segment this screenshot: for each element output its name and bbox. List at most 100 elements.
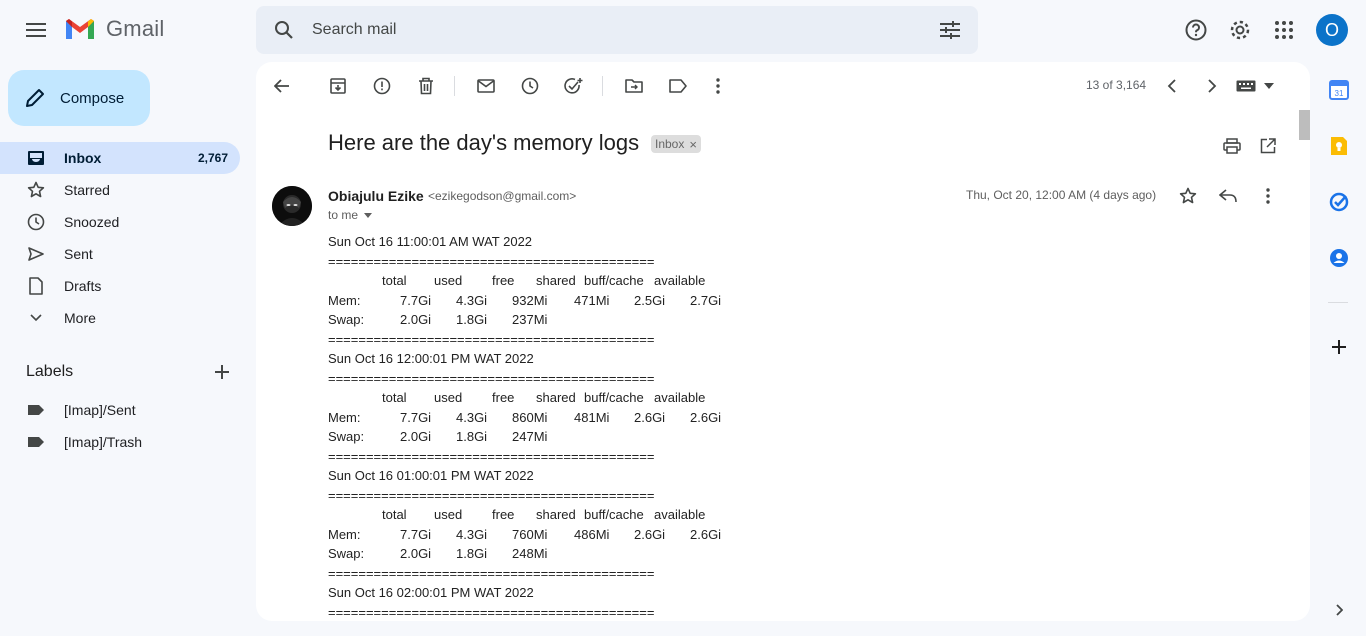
support-icon[interactable] (1176, 10, 1216, 50)
send-icon (26, 244, 46, 264)
delete-button[interactable] (406, 66, 446, 106)
sidebar-item-more[interactable]: More (0, 302, 240, 334)
sender-name[interactable]: Obiajulu Ezike (328, 188, 424, 204)
email-body-line: Sun Oct 16 11:00:01 AM WAT 2022 (328, 234, 533, 249)
open-new-window-button[interactable] (1250, 128, 1286, 164)
sidebar-item-snoozed[interactable]: Snoozed (0, 206, 240, 238)
dropdown-arrow-icon (1264, 83, 1274, 89)
pencil-icon (26, 89, 44, 107)
memory-table-row: Swap: 2.0Gi 1.8Gi 247Mi (328, 429, 1028, 449)
sidebar-item-label: Drafts (64, 278, 102, 294)
more-options-button[interactable] (698, 66, 738, 106)
message-more-button[interactable] (1248, 184, 1288, 208)
email-body-line: Sun Oct 16 12:00:01 PM WAT 2022 (328, 351, 534, 366)
chevron-left-icon (1167, 79, 1176, 93)
memory-cell: 2.6Gi (690, 526, 722, 542)
newer-button[interactable] (1152, 66, 1192, 106)
search-input[interactable] (312, 21, 922, 39)
memory-cell: 1.8Gi (456, 312, 488, 327)
older-button[interactable] (1192, 66, 1232, 106)
arrow-back-icon (274, 79, 289, 93)
snooze-button[interactable] (510, 66, 550, 106)
label-name: [Imap]/Trash (64, 434, 143, 450)
memory-cell: 2.0Gi (400, 546, 432, 561)
memory-cell: 7.7Gi (400, 526, 432, 542)
star-button[interactable] (1168, 184, 1208, 208)
email-body-line: Sun Oct 16 02:00:01 PM WAT 2022 (328, 585, 534, 600)
memory-column-header: available (654, 390, 706, 405)
memory-table-row: Mem: 7.7Gi 4.3Gi 760Mi 486Mi 2.6Gi 2.6Gi (328, 527, 1028, 547)
pager-text: 13 of 3,164 (1086, 78, 1147, 92)
memory-column-header: total (382, 390, 407, 405)
remove-label-icon[interactable]: × (689, 137, 697, 152)
email-body-line: ========================================… (328, 331, 655, 347)
add-label-icon[interactable] (208, 358, 236, 386)
reply-button[interactable] (1208, 184, 1248, 208)
apps-icon[interactable] (1264, 10, 1304, 50)
scrollbar-thumb[interactable] (1299, 110, 1310, 140)
account-avatar[interactable]: O (1316, 14, 1348, 46)
search-options-icon[interactable] (922, 6, 978, 54)
search-bar (256, 6, 978, 54)
label-outline-icon (669, 79, 687, 93)
report-spam-button[interactable] (362, 66, 402, 106)
back-button[interactable] (262, 66, 302, 106)
recipient-text: to me (328, 208, 359, 222)
expand-icon[interactable] (1327, 598, 1351, 622)
compose-button[interactable]: Compose (8, 70, 150, 126)
email-body-line: ========================================… (328, 487, 655, 503)
archive-button[interactable] (318, 66, 358, 106)
print-all-button[interactable] (1214, 128, 1250, 164)
memory-column-header: available (654, 273, 706, 288)
memory-column-header: total (382, 273, 407, 288)
memory-cell: 2.0Gi (400, 312, 432, 327)
move-to-button[interactable] (614, 66, 654, 106)
calendar-icon[interactable]: 31 (1327, 78, 1351, 102)
memory-cell: 2.6Gi (690, 409, 722, 425)
settings-icon[interactable] (1220, 10, 1260, 50)
memory-cell: 486Mi (574, 526, 610, 542)
email-body: Sun Oct 16 11:00:01 AM WAT 2022 =========… (328, 234, 1028, 621)
chevron-right-icon (1208, 79, 1217, 93)
email-body-line: ========================================… (328, 370, 655, 386)
memory-table-header: total used free shared buff/cache available (328, 390, 1028, 410)
recipient-details[interactable]: to me (328, 208, 373, 222)
main-menu-button[interactable] (16, 10, 56, 50)
memory-cell: 481Mi (574, 409, 610, 425)
labels-title: Labels (26, 363, 74, 380)
sidebar-item-starred[interactable]: Starred (0, 174, 240, 206)
add-to-tasks-button[interactable] (554, 66, 594, 106)
sidebar-item-drafts[interactable]: Drafts (0, 270, 240, 302)
gmail-logo[interactable]: Gmail (64, 16, 164, 42)
draft-icon (26, 276, 46, 296)
sidebar-item-inbox[interactable]: Inbox 2,767 (0, 142, 240, 174)
memory-table-row: Mem: 7.7Gi 4.3Gi 860Mi 481Mi 2.6Gi 2.6Gi (328, 410, 1028, 430)
sidebar-item-sent[interactable]: Sent (0, 238, 240, 270)
app-name: Gmail (106, 16, 165, 41)
folder-move-icon (625, 79, 643, 93)
label-item-imap-sent[interactable]: [Imap]/Sent (0, 394, 240, 426)
label-item-imap-trash[interactable]: [Imap]/Trash (0, 426, 240, 458)
tasks-icon[interactable] (1327, 190, 1351, 214)
memory-cell: Mem: (328, 526, 361, 542)
mark-unread-button[interactable] (466, 66, 506, 106)
memory-table-header: total used free shared buff/cache available (328, 507, 1028, 527)
toolbar-divider (454, 76, 455, 96)
more-vert-icon (716, 78, 720, 94)
sender-avatar[interactable] (272, 186, 312, 226)
memory-cell: 760Mi (512, 526, 548, 542)
memory-column-header: buff/cache (584, 273, 644, 288)
labels-button[interactable] (658, 66, 698, 106)
memory-cell: 4.3Gi (456, 526, 488, 542)
email-subject: Here are the day's memory logs (328, 130, 640, 155)
keep-icon[interactable] (1327, 134, 1351, 158)
search-icon[interactable] (256, 6, 312, 54)
add-icon[interactable] (1327, 335, 1351, 359)
contacts-icon[interactable] (1327, 246, 1351, 270)
unread-count: 2,767 (197, 151, 228, 165)
sidebar-item-label: More (64, 310, 96, 326)
input-tools-button[interactable] (1236, 72, 1274, 100)
memory-table-header: total used free shared buff/cache available (328, 273, 1028, 293)
compose-label: Compose (60, 89, 125, 107)
side-panel-divider (1328, 302, 1348, 303)
